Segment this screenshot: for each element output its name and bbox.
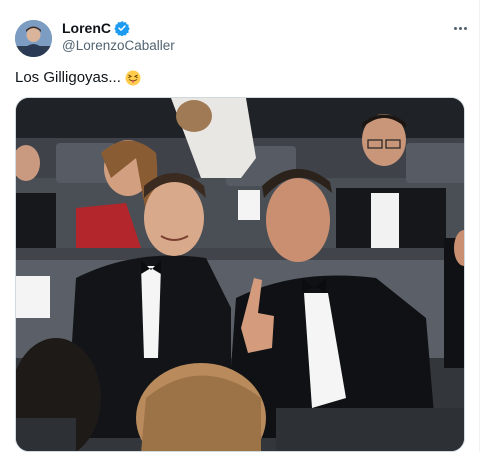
tweet-card[interactable]: LorenC @LorenzoCaballer Los Gilligoyas..…	[0, 0, 480, 452]
verified-badge-icon	[114, 20, 130, 37]
squinting-face-with-tongue-icon	[125, 70, 141, 86]
author-avatar[interactable]	[15, 20, 52, 57]
author-display-name[interactable]: LorenC	[62, 20, 111, 36]
tweet-photo[interactable]	[15, 97, 465, 452]
tweet-text: Los Gilligoyas...	[15, 69, 141, 86]
author-handle[interactable]: @LorenzoCaballer	[62, 38, 175, 53]
tweet-body: Los Gilligoyas...	[15, 69, 121, 86]
author-name-row[interactable]: LorenC	[62, 20, 130, 37]
more-horizontal-icon[interactable]	[448, 16, 472, 40]
